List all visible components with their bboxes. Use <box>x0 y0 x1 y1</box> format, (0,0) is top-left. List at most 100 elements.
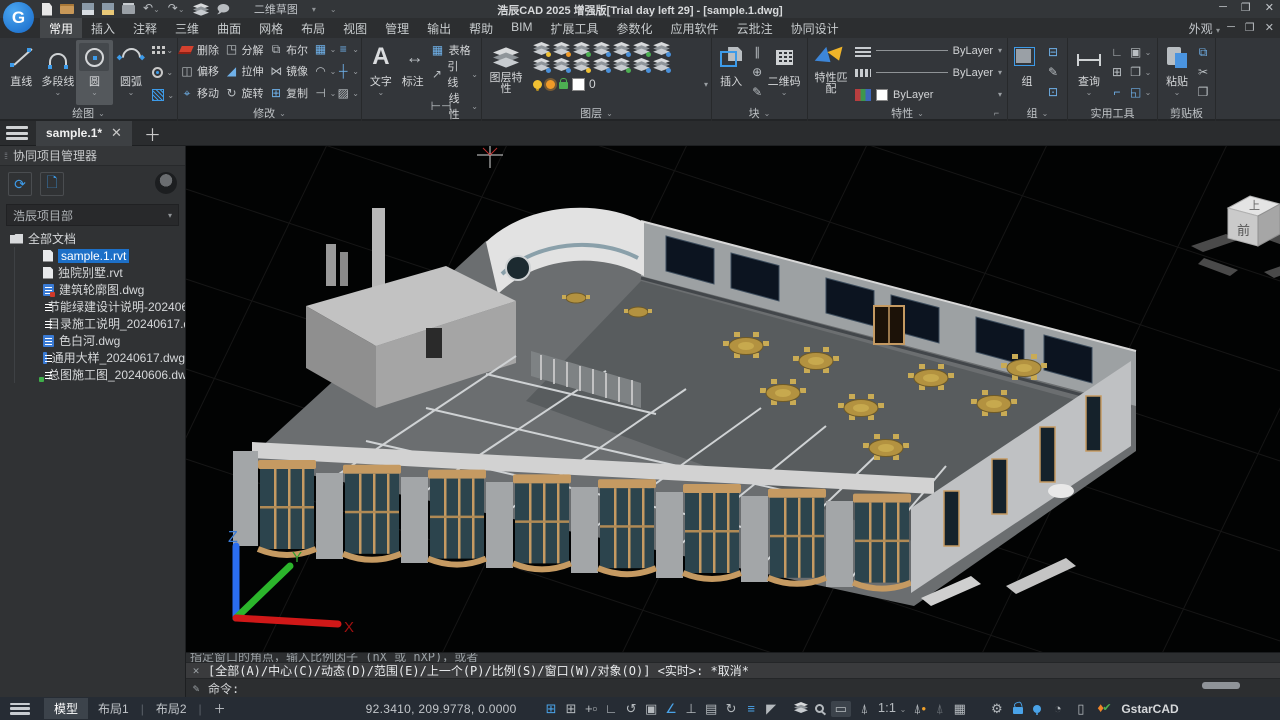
group-button[interactable]: 组 <box>1011 40 1043 105</box>
dimension-button[interactable]: ↔ 标注 <box>397 40 429 125</box>
tab-layout[interactable]: 布局 <box>292 18 334 39</box>
command-input-line[interactable]: ✎ 命令: <box>186 679 1280 697</box>
panel-modify-label[interactable]: 修改⌄ <box>178 105 361 121</box>
tab-apps[interactable]: 应用软件 <box>662 18 728 39</box>
angle-measure-icon[interactable]: ∟ <box>1110 46 1124 59</box>
cube-top-label[interactable]: 上 <box>1249 199 1260 212</box>
color-dropdown[interactable]: ByLayer▾ <box>855 86 1002 103</box>
drawing-viewport[interactable]: 上 前 Z Y X <box>186 146 1280 652</box>
annotation-visibility-icon[interactable]: ⍋ <box>858 702 871 716</box>
tab-express[interactable]: 扩展工具 <box>542 18 608 39</box>
match-properties-button[interactable]: 特性匹配 <box>811 40 851 105</box>
layer-properties-button[interactable]: 图层特性 <box>485 40 527 105</box>
tab-home[interactable]: 常用 <box>40 18 82 39</box>
linear-button[interactable]: ⊢⊣线性⌄ <box>431 90 478 122</box>
doc-restore-button[interactable]: ❐ <box>1245 21 1255 34</box>
leader-button[interactable]: ↗引线⌄ <box>431 58 478 90</box>
calculator-icon[interactable]: ⊞ <box>1110 66 1124 79</box>
magnifier-icon[interactable] <box>815 704 824 713</box>
tree-file[interactable]: 色白河.dwg <box>14 332 185 349</box>
boolean-button[interactable]: ⧉布尔 <box>269 42 314 58</box>
ungroup-icon[interactable]: ⊟ <box>1046 46 1060 59</box>
measure-button[interactable]: 查询 ⌄ <box>1071 40 1107 105</box>
lineweight-display-icon[interactable]: ≡ <box>745 702 758 716</box>
tree-file-selected[interactable]: sample.1.rvt <box>14 247 185 264</box>
tree-file[interactable]: 节能绿建设计说明-20240612.d <box>14 298 185 315</box>
performance-gauge-icon[interactable]: ◔ <box>1051 702 1064 716</box>
user-avatar[interactable] <box>155 172 177 194</box>
panel-layers-label[interactable]: 图层⌄ <box>482 105 711 121</box>
layer-control[interactable]: 0 ▾ <box>533 75 708 93</box>
copy-with-basepoint-icon[interactable]: ❐ <box>1196 86 1210 99</box>
stretch-button[interactable]: ◢拉伸 <box>225 63 270 79</box>
tab-view[interactable]: 视图 <box>334 18 376 39</box>
grid-display-icon[interactable]: ⊞ <box>565 702 578 716</box>
annotation-all-icon[interactable]: ⍋ <box>933 702 946 716</box>
layer-prev-icon[interactable] <box>613 58 630 72</box>
tab-bim[interactable]: BIM <box>502 18 541 39</box>
attdef-icon[interactable]: ∥ <box>750 46 764 59</box>
restore-button[interactable]: ❐ <box>1241 1 1251 14</box>
lineweight-dropdown[interactable]: ByLayer▾ <box>855 42 1002 59</box>
isolate-objects-icon[interactable] <box>794 702 808 716</box>
cut-icon[interactable]: ✂ <box>1196 66 1210 79</box>
block-attach-icon[interactable]: ✎ <box>750 86 764 99</box>
copy-clip-icon[interactable]: ⧉ <box>1196 46 1210 59</box>
qrcode-button[interactable]: 二维码 ⌄ <box>764 40 804 105</box>
panel-header[interactable]: ⁞⁞ 协同项目管理器 <box>0 146 185 166</box>
text-button[interactable]: A 文字 ⌄ <box>365 40 397 125</box>
layer-isolate-icon[interactable] <box>613 42 630 56</box>
command-window[interactable]: 指定窗口的角点，输入比例因子 (nX 或 nXP)，或者 ✕ [全部(A)/中心… <box>186 652 1280 697</box>
table-button[interactable]: ▦表格 <box>431 42 478 58</box>
status-menu-icon[interactable] <box>10 703 30 715</box>
layout2-tab[interactable]: 布局2 <box>146 698 197 719</box>
panel-clipboard-label[interactable]: 剪贴板 <box>1158 105 1215 121</box>
offset-button[interactable]: ◫偏移 <box>180 63 225 79</box>
panel-properties-label[interactable]: 特性⌄ ⌐ <box>808 105 1007 121</box>
panel-group-label[interactable]: 组⌄ <box>1008 105 1067 121</box>
layer-off-icon[interactable] <box>533 58 550 72</box>
panel-utilities-label[interactable]: 实用工具 <box>1068 105 1157 121</box>
tree-file[interactable]: 独院别墅.rvt <box>14 264 185 281</box>
appearance-dropdown[interactable]: 外观 ▾ <box>1189 20 1220 37</box>
paste-button[interactable]: 粘贴 ⌄ <box>1161 40 1193 105</box>
layer-lock-icon[interactable] <box>573 58 590 72</box>
array-button[interactable]: ▦⌄ <box>314 43 337 56</box>
doc-minimize-button[interactable]: ─ <box>1227 21 1235 34</box>
cancel-icon[interactable]: ✕ <box>190 664 202 677</box>
tab-collaboration[interactable]: 协同设计 <box>782 18 848 39</box>
divide-button[interactable]: ┼⌄ <box>336 65 359 78</box>
tab-manage[interactable]: 管理 <box>376 18 418 39</box>
tab-3d[interactable]: 三维 <box>166 18 208 39</box>
copy-button[interactable]: ⊞复制 <box>269 85 314 101</box>
linetype-dropdown[interactable]: ByLayer▾ <box>855 64 1002 81</box>
settings-gear-icon[interactable]: ⚙ <box>990 702 1003 716</box>
layer-match-icon[interactable] <box>593 58 610 72</box>
tab-parametric[interactable]: 参数化 <box>608 18 662 39</box>
paste-special-icon[interactable]: ▣⌄ <box>1127 46 1153 59</box>
circle-button[interactable]: 圆 ⌄ <box>76 40 113 105</box>
3d-osnap-icon[interactable]: ⊥ <box>685 702 698 716</box>
arc-button[interactable]: 圆弧 ⌄ <box>113 40 150 105</box>
app-logo-icon[interactable]: G <box>3 2 34 33</box>
insert-block-button[interactable]: 插入 <box>715 40 747 105</box>
auto-scale-icon[interactable]: ⍋● <box>913 702 926 716</box>
block-edit-icon[interactable]: ⊕ <box>750 66 764 79</box>
selection-cycling-icon[interactable]: ◤ <box>765 702 778 716</box>
panel-draw-label[interactable]: 绘图⌄ <box>0 105 177 121</box>
layout1-tab[interactable]: 布局1 <box>88 698 139 719</box>
donut-button[interactable]: ⌄ <box>152 66 174 80</box>
tree-file[interactable]: 建筑轮廓图.dwg <box>14 281 185 298</box>
ortho-mode-icon[interactable]: ∟ <box>605 702 618 716</box>
object-snap-icon[interactable]: ▣ <box>645 702 658 716</box>
quick-properties-icon[interactable]: ▦ <box>953 702 966 716</box>
isolate-doc-icon[interactable]: ▯ <box>1074 702 1087 716</box>
cube-front-label[interactable]: 前 <box>1237 223 1250 238</box>
security-shield-icon[interactable] <box>1097 702 1111 715</box>
hatch-toggle-icon[interactable]: ▤ <box>705 702 718 716</box>
snap-grid-icon[interactable]: ⊞ <box>545 702 558 716</box>
explode-button[interactable]: ◳分解 <box>225 42 270 58</box>
layer-walk-icon[interactable] <box>633 58 650 72</box>
hardware-accel-icon[interactable] <box>1033 705 1041 713</box>
polyline-button[interactable]: 多段线 ⌄ <box>40 40 77 105</box>
